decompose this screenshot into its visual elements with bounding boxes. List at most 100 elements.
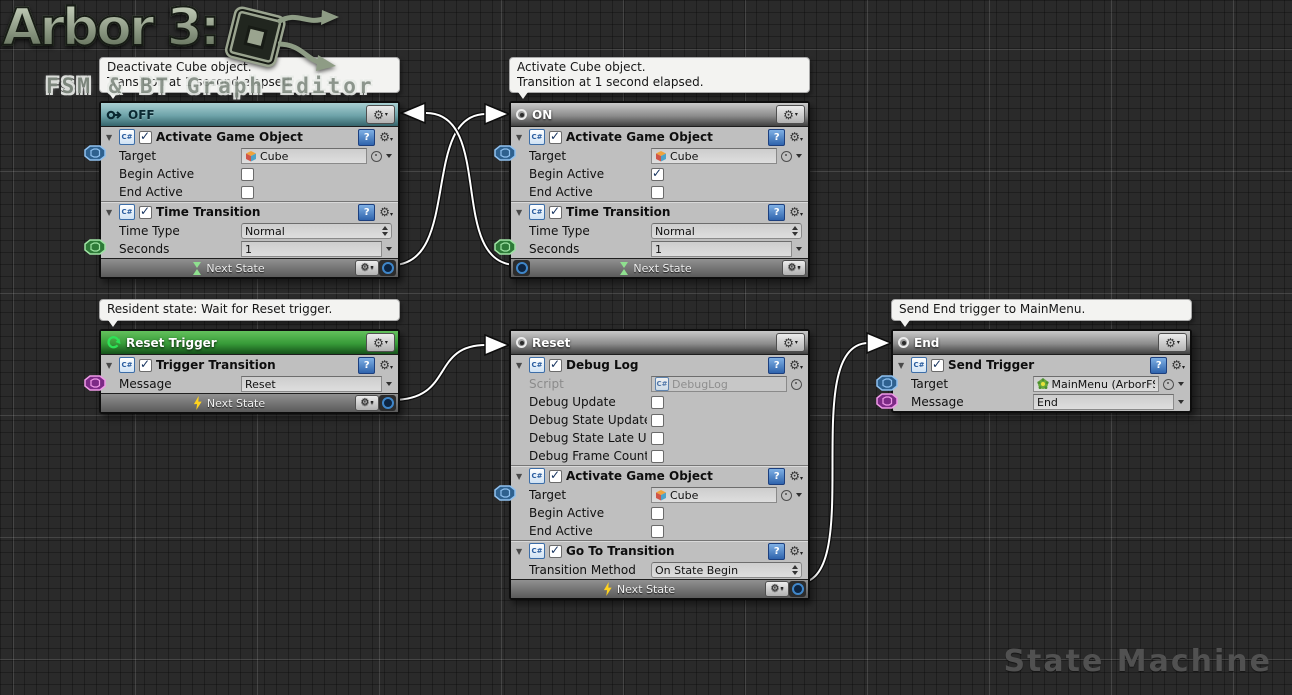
- gear-icon[interactable]: ⚙: [789, 470, 803, 482]
- state-header[interactable]: OFF ⚙: [101, 103, 398, 127]
- gear-icon[interactable]: ⚙: [379, 359, 393, 371]
- debug-frame-count-checkbox[interactable]: [651, 450, 664, 463]
- foldout-icon[interactable]: ▼: [106, 208, 115, 217]
- help-icon[interactable]: ?: [358, 129, 375, 146]
- gear-icon[interactable]: ⚙: [355, 395, 379, 411]
- wire-resettrigger-to-reset[interactable]: [392, 345, 486, 400]
- help-icon[interactable]: ?: [768, 357, 785, 374]
- behavior-enabled-checkbox[interactable]: [549, 470, 562, 483]
- behavior-header-activate[interactable]: ▼ C# Activate Game Object ? ⚙: [101, 127, 398, 147]
- gear-menu-button[interactable]: ⚙: [776, 333, 805, 352]
- debug-state-update-checkbox[interactable]: [651, 414, 664, 427]
- time-type-popup[interactable]: Normal: [241, 223, 392, 239]
- gear-icon[interactable]: ⚙: [789, 545, 803, 557]
- end-active-checkbox[interactable]: [241, 186, 254, 199]
- end-active-checkbox[interactable]: [651, 525, 664, 538]
- behavior-enabled-checkbox[interactable]: [139, 131, 152, 144]
- dropdown-icon[interactable]: [386, 154, 392, 158]
- object-picker-icon[interactable]: [781, 490, 792, 501]
- object-picker-icon[interactable]: [791, 379, 802, 390]
- gear-icon[interactable]: ⚙: [765, 581, 789, 597]
- foldout-icon[interactable]: ▼: [106, 133, 115, 142]
- foldout-icon[interactable]: ▼: [516, 472, 525, 481]
- state-node-off[interactable]: OFF ⚙ ▼ C# Activate Game Object ? ⚙ Targ…: [99, 101, 400, 279]
- behavior-header-activate[interactable]: ▼ C# Activate Game Object ? ⚙: [511, 127, 808, 147]
- comment-off[interactable]: Deactivate Cube object. Transition at 1 …: [99, 57, 400, 93]
- behavior-header-activate[interactable]: ▼ C# Activate Game Object ? ⚙: [511, 465, 808, 486]
- seconds-field[interactable]: 1: [651, 241, 792, 257]
- help-icon[interactable]: ?: [768, 543, 785, 560]
- gear-icon[interactable]: ⚙: [379, 206, 393, 218]
- foldout-icon[interactable]: ▼: [898, 361, 907, 370]
- state-node-on[interactable]: ON ⚙ ▼ C# Activate Game Object ? ⚙ Targe…: [509, 101, 810, 279]
- behavior-enabled-checkbox[interactable]: [549, 206, 562, 219]
- gear-menu-button[interactable]: ⚙: [776, 105, 805, 124]
- dropdown-icon[interactable]: [386, 247, 392, 251]
- behavior-enabled-checkbox[interactable]: [549, 359, 562, 372]
- comment-on[interactable]: Activate Cube object. Transition at 1 se…: [509, 57, 810, 93]
- behavior-header-time-transition[interactable]: ▼ C# Time Transition ? ⚙: [511, 201, 808, 222]
- begin-active-checkbox[interactable]: [651, 507, 664, 520]
- gear-icon[interactable]: ⚙: [355, 260, 379, 276]
- help-icon[interactable]: ?: [358, 357, 375, 374]
- debug-state-late-update-checkbox[interactable]: [651, 432, 664, 445]
- state-node-reset-trigger[interactable]: Reset Trigger ⚙ ▼ C# Trigger Transition …: [99, 329, 400, 414]
- foldout-icon[interactable]: ▼: [516, 361, 525, 370]
- state-header[interactable]: Reset ⚙: [511, 331, 808, 355]
- input-slot-target-icon[interactable]: [493, 145, 517, 161]
- gear-icon[interactable]: ⚙: [379, 131, 393, 143]
- behavior-header-time-transition[interactable]: ▼ C# Time Transition ? ⚙: [101, 201, 398, 222]
- state-node-end[interactable]: End ⚙ ▼ C# Send Trigger ? ⚙ Target MainM…: [891, 329, 1192, 413]
- gear-menu-button[interactable]: ⚙: [366, 105, 395, 124]
- input-slot-target-icon[interactable]: [83, 145, 107, 161]
- comment-end[interactable]: Send End trigger to MainMenu.: [891, 299, 1192, 321]
- dropdown-icon[interactable]: [1178, 400, 1184, 404]
- next-state-bar[interactable]: Next State ⚙: [101, 393, 398, 412]
- transition-output-slot[interactable]: [789, 581, 806, 597]
- gear-menu-button[interactable]: ⚙: [366, 333, 395, 352]
- begin-active-checkbox[interactable]: [241, 168, 254, 181]
- message-field[interactable]: Reset: [241, 376, 382, 392]
- help-icon[interactable]: ?: [768, 468, 785, 485]
- begin-active-checkbox[interactable]: [651, 168, 664, 181]
- input-slot-target-icon[interactable]: [493, 485, 517, 501]
- input-slot-seconds-icon[interactable]: [83, 239, 107, 255]
- state-node-reset[interactable]: Reset ⚙ ▼ C# Debug Log ? ⚙ Script C# Deb…: [509, 329, 810, 600]
- wire-reset-to-end[interactable]: [800, 343, 868, 583]
- object-picker-icon[interactable]: [371, 151, 382, 162]
- gear-icon[interactable]: ⚙: [1171, 359, 1185, 371]
- behavior-header-go-to-transition[interactable]: ▼ C# Go To Transition ? ⚙: [511, 540, 808, 561]
- state-header[interactable]: End ⚙: [893, 331, 1190, 355]
- foldout-icon[interactable]: ▼: [516, 547, 525, 556]
- transition-output-slot[interactable]: [379, 395, 396, 411]
- help-icon[interactable]: ?: [768, 204, 785, 221]
- object-field[interactable]: Cube: [241, 148, 367, 164]
- input-slot-target-icon[interactable]: [875, 375, 899, 391]
- end-active-checkbox[interactable]: [651, 186, 664, 199]
- input-slot-message-icon[interactable]: [875, 393, 899, 409]
- graph-canvas[interactable]: State Machine Arbor 3: FSM & BT Graph Ed…: [0, 0, 1292, 695]
- behavior-header-trigger-transition[interactable]: ▼ C# Trigger Transition ? ⚙: [101, 355, 398, 375]
- message-field[interactable]: End: [1033, 394, 1174, 410]
- gear-icon[interactable]: ⚙: [789, 206, 803, 218]
- object-picker-icon[interactable]: [1163, 379, 1174, 390]
- object-field[interactable]: Cube: [651, 148, 777, 164]
- next-state-bar[interactable]: Next State ⚙: [511, 258, 808, 277]
- input-slot-seconds-icon[interactable]: [493, 239, 517, 255]
- help-icon[interactable]: ?: [768, 129, 785, 146]
- input-slot-message-icon[interactable]: [83, 375, 107, 391]
- behavior-header-debug-log[interactable]: ▼ C# Debug Log ? ⚙: [511, 355, 808, 375]
- behavior-enabled-checkbox[interactable]: [549, 131, 562, 144]
- dropdown-icon[interactable]: [796, 154, 802, 158]
- transition-output-slot[interactable]: [379, 260, 396, 276]
- object-field[interactable]: MainMenu (ArborFS: [1033, 376, 1159, 392]
- transition-method-popup[interactable]: On State Begin: [651, 562, 802, 578]
- dropdown-icon[interactable]: [796, 247, 802, 251]
- behavior-enabled-checkbox[interactable]: [139, 206, 152, 219]
- state-header[interactable]: ON ⚙: [511, 103, 808, 127]
- object-picker-icon[interactable]: [781, 151, 792, 162]
- dropdown-icon[interactable]: [1178, 382, 1184, 386]
- behavior-enabled-checkbox[interactable]: [549, 545, 562, 558]
- dropdown-icon[interactable]: [386, 382, 392, 386]
- gear-icon[interactable]: ⚙: [782, 260, 806, 276]
